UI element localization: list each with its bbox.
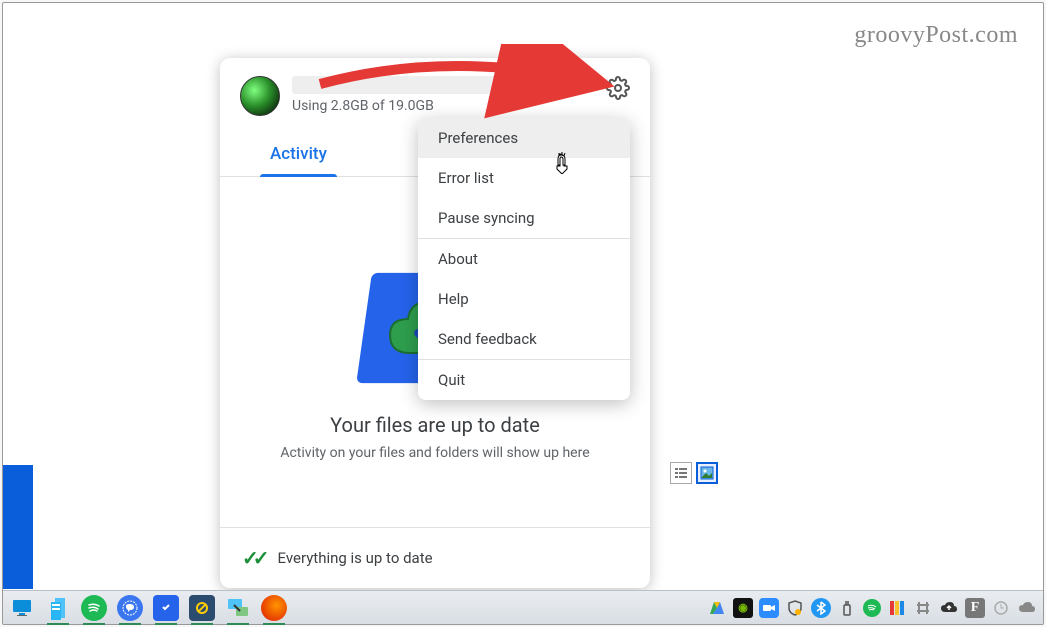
tray-circle-icon[interactable] xyxy=(991,598,1011,618)
taskbar-left xyxy=(9,595,287,621)
taskbar-snagit-icon[interactable] xyxy=(189,595,215,621)
taskbar: ◉ F xyxy=(3,590,1043,624)
list-view-icon[interactable] xyxy=(670,462,692,484)
status-title: Your files are up to date xyxy=(330,413,540,437)
tab-activity[interactable]: Activity xyxy=(260,132,337,176)
tray-security-icon[interactable] xyxy=(785,598,805,618)
taskbar-spotify-icon[interactable] xyxy=(81,595,107,621)
taskbar-signal-icon[interactable] xyxy=(117,595,143,621)
account-name-redacted xyxy=(292,76,552,94)
tray-cloud-up-icon[interactable] xyxy=(939,598,959,618)
taskbar-tray: ◉ F xyxy=(707,598,1037,618)
taskbar-server-icon[interactable] xyxy=(45,595,71,621)
taskbar-shield-icon[interactable] xyxy=(153,595,179,621)
background-blue-strip xyxy=(3,465,33,589)
tray-spotify-icon[interactable] xyxy=(863,599,881,617)
taskbar-firefox-icon[interactable] xyxy=(261,595,287,621)
settings-dropdown: Preferences Error list Pause syncing Abo… xyxy=(418,118,630,400)
tray-cloud-icon[interactable] xyxy=(1017,598,1037,618)
avatar[interactable] xyxy=(240,76,280,116)
menu-help[interactable]: Help xyxy=(418,279,630,319)
tray-zoom-icon[interactable] xyxy=(759,598,779,618)
tab-activity-label: Activity xyxy=(270,144,327,164)
menu-quit-label: Quit xyxy=(438,371,465,389)
menu-preferences[interactable]: Preferences xyxy=(418,118,630,158)
tray-nvidia-icon[interactable]: ◉ xyxy=(733,598,753,618)
storage-usage: Using 2.8GB of 19.0GB xyxy=(292,98,606,114)
thumbnail-view-icon[interactable] xyxy=(696,462,718,484)
menu-preferences-label: Preferences xyxy=(438,129,518,147)
menu-about-label: About xyxy=(438,250,478,268)
tray-color-icon[interactable] xyxy=(887,598,907,618)
status-bar: ✓✓ Everything is up to date xyxy=(220,527,650,588)
header-text: Using 2.8GB of 19.0GB xyxy=(292,76,606,114)
tray-bluetooth-icon[interactable] xyxy=(811,598,831,618)
menu-pause-syncing[interactable]: Pause syncing xyxy=(418,198,630,238)
watermark-text: groovyPost.com xyxy=(854,22,1018,49)
popup-header: Using 2.8GB of 19.0GB xyxy=(220,58,650,122)
tray-f-icon[interactable]: F xyxy=(965,598,985,618)
taskbar-desktop-icon[interactable] xyxy=(9,595,35,621)
status-bar-text: Everything is up to date xyxy=(278,549,433,567)
menu-about[interactable]: About xyxy=(418,239,630,279)
gear-icon[interactable] xyxy=(606,76,630,100)
view-toggle xyxy=(670,462,718,484)
menu-send-feedback[interactable]: Send feedback xyxy=(418,319,630,359)
menu-error-list[interactable]: Error list xyxy=(418,158,630,198)
status-subtitle: Activity on your files and folders will … xyxy=(280,445,589,461)
menu-help-label: Help xyxy=(438,290,469,308)
tray-drive-icon[interactable] xyxy=(707,598,727,618)
taskbar-remote-icon[interactable] xyxy=(225,595,251,621)
menu-send-feedback-label: Send feedback xyxy=(438,330,537,348)
tray-slack-icon[interactable] xyxy=(913,598,933,618)
menu-error-list-label: Error list xyxy=(438,169,494,187)
menu-pause-syncing-label: Pause syncing xyxy=(438,209,535,227)
menu-quit[interactable]: Quit xyxy=(418,360,630,400)
tray-usb-icon[interactable] xyxy=(837,598,857,618)
double-check-icon: ✓✓ xyxy=(242,546,264,570)
